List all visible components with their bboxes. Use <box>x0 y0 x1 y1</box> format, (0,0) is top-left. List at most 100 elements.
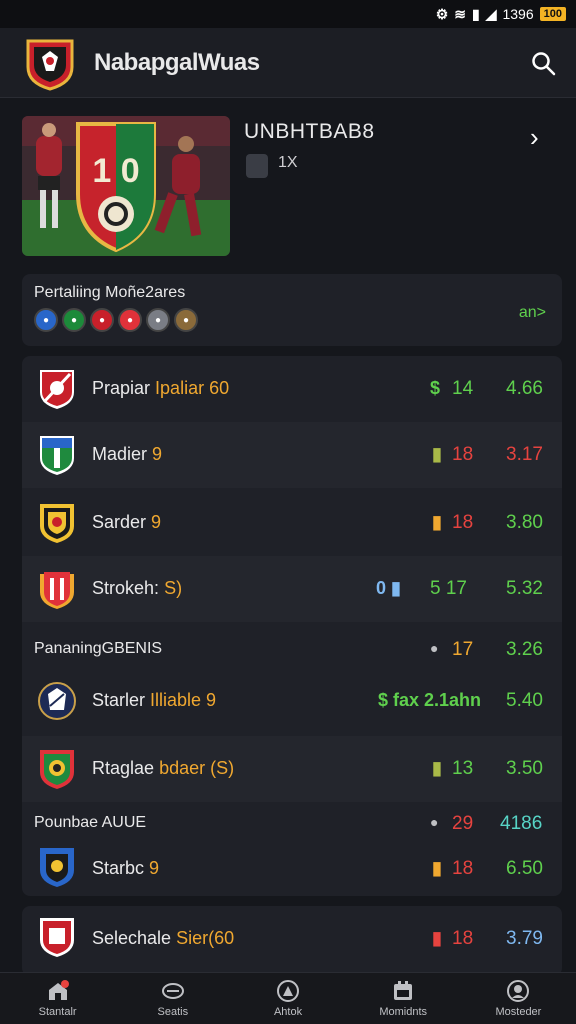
football-icon <box>161 982 184 999</box>
list-item[interactable]: Strokeh: S) 0 ▮ 5 17 5.32 <box>22 556 562 622</box>
team-highlight: Sier(60 <box>176 928 235 948</box>
status-time: 1396 <box>502 6 534 22</box>
tab-home[interactable]: Stantalr <box>0 973 115 1024</box>
status-dot-icon: ● <box>430 814 439 830</box>
match-odds[interactable]: 5.32 <box>506 578 543 600</box>
match-odds[interactable]: 3.80 <box>506 512 543 534</box>
tab-label: Ahtok <box>273 1005 303 1018</box>
match-odds[interactable]: 3.79 <box>506 928 543 950</box>
match-odds[interactable]: 4.66 <box>506 378 543 400</box>
team-crest-icon <box>40 848 74 887</box>
featured-image: 1 0 <box>22 116 230 256</box>
stat-mark: ▮ <box>432 928 442 948</box>
home-icon <box>48 979 69 1000</box>
team-highlight: S) <box>164 578 183 598</box>
list-item[interactable]: Selechale Sier(60 ▮ 18 3.79 <box>22 906 562 976</box>
team-name: Sarder <box>92 512 147 532</box>
match-number: 14 <box>452 378 474 399</box>
list-item[interactable]: Starbc 9 ▮ 18 6.50 <box>22 836 562 896</box>
team-highlight: 9 <box>151 512 162 532</box>
section-title: PananingGBENIS <box>34 640 163 657</box>
stat-mark: $ fax 2.1ahn <box>378 690 482 710</box>
status-bar: ⚙ ≋ ▮ ◢ 1396 100 <box>0 0 576 28</box>
team-name: Starbc <box>92 858 145 878</box>
league-badge-icon <box>246 154 268 178</box>
match-odds[interactable]: 6.50 <box>506 858 543 880</box>
team-crest-icon <box>40 504 74 543</box>
section-odds[interactable]: 3.26 <box>506 639 543 661</box>
list-item[interactable]: Madier 9 ▮ 18 3.17 <box>22 422 562 488</box>
settings-icon: ⚙ <box>435 5 449 22</box>
wifi-icon: ≋ <box>454 5 466 22</box>
team-filter-icon[interactable]: ● <box>34 308 58 332</box>
team-crest-icon <box>40 918 74 957</box>
section-number: 29 <box>452 813 474 834</box>
featured-count: 1X <box>278 154 298 171</box>
match-odds[interactable]: 5.40 <box>506 690 543 712</box>
section-odds[interactable]: 4186 <box>500 813 542 835</box>
club-logo-icon[interactable] <box>24 35 76 91</box>
team-name: Strokeh: <box>92 578 160 598</box>
team-crest-icon <box>40 572 74 609</box>
tab-matches[interactable]: Seatis <box>115 973 230 1024</box>
team-filter-icon[interactable]: ● <box>62 308 86 332</box>
app-header: NabapgalWuas <box>0 28 576 98</box>
match-number: 18 <box>452 858 474 879</box>
section-number: 17 <box>452 639 474 660</box>
team-crest-icon <box>40 436 74 475</box>
filter-title: Pertaliing Moñe2ares <box>34 284 186 301</box>
list-item[interactable]: Starler Illiable 9 $ fax 2.1ahn 5.40 <box>22 668 562 734</box>
team-filter-row: ● ● ● ● ● ● <box>34 308 198 332</box>
match-number: 18 <box>452 444 474 465</box>
target-icon <box>277 979 299 1002</box>
tab-calendar[interactable]: Momidnts <box>346 973 461 1024</box>
match-number: 18 <box>452 512 474 533</box>
search-icon[interactable] <box>530 50 556 76</box>
tab-profile[interactable]: Mosteder <box>461 973 576 1024</box>
bottom-nav: Stantalr Seatis Ahtok Momidnts Mosteder <box>0 972 576 1024</box>
team-highlight: 9 <box>152 444 163 464</box>
list-item[interactable]: Prapiar Ipaliar 60 $ 14 4.66 <box>22 356 562 422</box>
status-dot-icon: ● <box>430 640 439 656</box>
chevron-right-icon[interactable]: › <box>530 122 539 153</box>
team-highlight: bdaer (S) <box>159 758 235 778</box>
sim-icon: ▮ <box>471 5 480 22</box>
stat-mark: ▮ <box>432 512 442 532</box>
match-number: 13 <box>452 758 474 779</box>
filter-more-link[interactable]: an> <box>519 304 546 322</box>
team-name: Madier <box>92 444 148 464</box>
tab-label: Stantalr <box>38 1005 77 1018</box>
team-highlight: Ipaliar 60 <box>155 378 230 398</box>
match-odds[interactable]: 3.17 <box>506 444 543 466</box>
list-item[interactable]: Rtaglae bdaer (S) ▮ 13 3.50 <box>22 736 562 802</box>
profile-icon <box>507 979 530 1002</box>
team-filter-icon[interactable]: ● <box>174 308 198 332</box>
stat-mark: 0 ▮ <box>376 578 401 598</box>
featured-title: UNBHTBAB8 <box>244 120 375 143</box>
calendar-icon <box>394 980 413 1000</box>
match-number: 18 <box>452 928 474 949</box>
tab-label: Seatis <box>157 1005 189 1018</box>
stat-mark: $ <box>430 378 441 398</box>
team-crest-icon <box>38 682 76 720</box>
signal-icon: ◢ <box>485 5 497 22</box>
team-crest-icon <box>40 750 74 789</box>
stat-mark: ▮ <box>432 444 442 464</box>
team-name: Prapiar <box>92 378 151 398</box>
match-odds[interactable]: 3.50 <box>506 758 543 780</box>
featured-match[interactable]: 1 0 UNBHTBAB8 1X › <box>22 116 562 256</box>
team-filter-icon[interactable]: ● <box>118 308 142 332</box>
battery-icon: 100 <box>539 7 566 21</box>
filter-card: Pertaliing Moñe2ares ● ● ● ● ● ● an> <box>22 274 562 346</box>
matches-list: Prapiar Ipaliar 60 $ 14 4.66 Madier 9 ▮ … <box>22 356 562 896</box>
team-filter-icon[interactable]: ● <box>146 308 170 332</box>
tab-label: Mosteder <box>495 1005 542 1018</box>
team-crest-icon <box>40 370 74 409</box>
stat-mark: ▮ <box>432 858 442 878</box>
team-filter-icon[interactable]: ● <box>90 308 114 332</box>
team-name: Selechale <box>92 928 172 948</box>
list-item[interactable]: Sarder 9 ▮ 18 3.80 <box>22 490 562 556</box>
team-name: Starler <box>92 690 146 710</box>
team-highlight: Illiable 9 <box>150 690 217 710</box>
tab-stats[interactable]: Ahtok <box>230 973 345 1024</box>
